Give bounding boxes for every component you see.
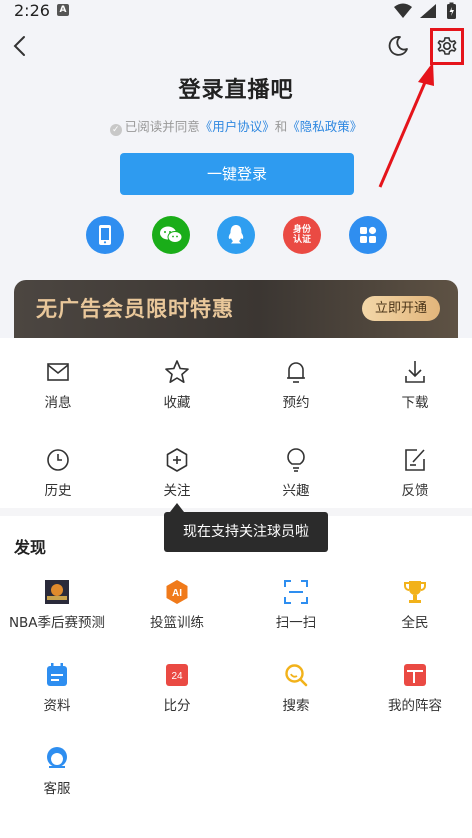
discover-item-scan[interactable]: 扫一扫: [246, 578, 346, 631]
menu-item-favorites[interactable]: 收藏: [127, 358, 227, 411]
vip-banner[interactable]: 无广告会员限时特惠 立即开通: [14, 280, 458, 338]
menu-label: 收藏: [163, 395, 191, 411]
lightbulb-icon: [287, 448, 305, 472]
menu-label: 预约: [282, 395, 310, 411]
status-icons: [392, 1, 462, 27]
agree-prefix: 已阅读并同意: [124, 119, 200, 134]
qq-login-button[interactable]: [217, 216, 255, 254]
bell-icon: [287, 362, 305, 383]
user-agreement-link[interactable]: 《用户协议》: [200, 119, 275, 134]
follow-tooltip[interactable]: 现在支持关注球员啦: [164, 512, 328, 552]
menu-label: 历史: [44, 483, 72, 499]
scan-icon: [284, 580, 308, 604]
clock-icon: [47, 449, 69, 471]
menu-label: 下载: [401, 395, 429, 411]
moon-icon: [388, 36, 408, 56]
discover-label: 投篮训练: [150, 615, 204, 631]
notification-a-icon: A: [57, 4, 69, 16]
svg-text:AI: AI: [172, 588, 182, 599]
more-login-button[interactable]: [349, 216, 387, 254]
mail-icon: [47, 363, 69, 381]
discover-item-data[interactable]: 资料: [7, 661, 107, 714]
phone-login-button[interactable]: [86, 216, 124, 254]
menu-item-feedback[interactable]: 反馈: [365, 446, 465, 499]
discover-item-search[interactable]: 搜索: [246, 661, 346, 714]
wechat-login-button[interactable]: [152, 216, 190, 254]
calendar-icon: [47, 663, 67, 686]
id-verify-login-button[interactable]: 身份 认证: [283, 216, 321, 254]
settings-highlight-box: [430, 28, 464, 65]
qq-icon: [228, 225, 244, 244]
vip-banner-text: 无广告会员限时特惠: [36, 297, 234, 321]
back-button[interactable]: [4, 30, 36, 62]
search-icon: [285, 664, 308, 687]
discover-label: 客服: [43, 781, 71, 797]
vip-open-button[interactable]: 立即开通: [362, 296, 440, 321]
menu-item-messages[interactable]: 消息: [8, 358, 108, 411]
agree-check-icon[interactable]: ✓: [109, 124, 122, 136]
status-bar: 2:26 A: [0, 0, 472, 26]
one-click-login-button[interactable]: 一键登录: [120, 153, 354, 195]
menu-item-history[interactable]: 历史: [8, 446, 108, 499]
wechat-icon: [160, 226, 183, 243]
nba-playoff-icon: [45, 580, 69, 604]
discover-item-my-lineup[interactable]: 我的阵容: [365, 661, 465, 714]
score-icon: 24: [166, 664, 188, 686]
discover-item-shooting-training[interactable]: AI 投篮训练: [127, 578, 227, 631]
edit-icon: [405, 449, 425, 471]
lineup-icon: [404, 664, 426, 686]
menu-item-downloads[interactable]: 下载: [365, 358, 465, 411]
discover-item-nba-prediction[interactable]: NBA季后赛预测: [7, 578, 107, 631]
discover-item-all-people[interactable]: 全民: [365, 578, 465, 631]
discover-item-customer-service[interactable]: 客服: [7, 744, 107, 797]
hexagon-plus-icon: [166, 448, 188, 472]
discover-label: 搜索: [282, 698, 310, 714]
discover-label: NBA季后赛预测: [8, 615, 106, 631]
menu-label: 兴趣: [282, 483, 310, 499]
discover-label: 资料: [43, 698, 71, 714]
id-card-icon: 身份 认证: [292, 225, 311, 245]
agree-and: 和: [274, 119, 288, 134]
star-icon: [165, 360, 189, 383]
menu-label: 关注: [163, 483, 191, 499]
status-time: 2:26: [14, 1, 50, 20]
agreement-line: ✓ 已阅读并同意《用户协议》和《隐私政策》: [0, 116, 472, 136]
menu-label: 消息: [44, 395, 72, 411]
score-badge: 24: [171, 671, 183, 682]
grid-icon: [360, 226, 377, 243]
discover-label: 全民: [401, 615, 429, 631]
discover-title: 发现: [14, 538, 47, 557]
phone-icon: [99, 225, 111, 245]
menu-label: 反馈: [401, 483, 429, 499]
menu-item-reservations[interactable]: 预约: [246, 358, 346, 411]
tooltip-arrow: [170, 503, 184, 512]
menu-item-follow[interactable]: 关注: [127, 446, 227, 499]
ai-shooting-icon: AI: [166, 580, 188, 604]
privacy-policy-link[interactable]: 《隐私政策》: [287, 119, 362, 134]
menu-item-interests[interactable]: 兴趣: [246, 446, 346, 499]
login-title: 登录直播吧: [178, 78, 294, 103]
signal-icon: [420, 4, 436, 18]
chevron-left-icon: [13, 36, 25, 56]
customer-service-icon: [47, 747, 67, 768]
discover-item-score[interactable]: 24 比分: [127, 661, 227, 714]
discover-label: 扫一扫: [275, 615, 317, 631]
download-icon: [405, 361, 425, 383]
night-mode-button[interactable]: [382, 30, 414, 62]
wifi-icon: [394, 3, 412, 18]
trophy-icon: [404, 581, 426, 603]
discover-label: 我的阵容: [388, 698, 442, 714]
discover-label: 比分: [163, 698, 191, 714]
